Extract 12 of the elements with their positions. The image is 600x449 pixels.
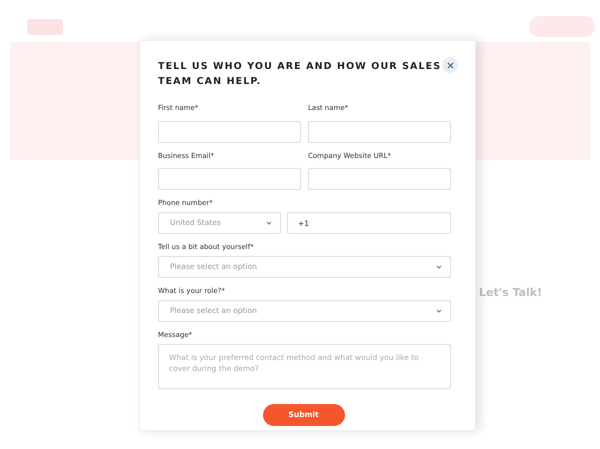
close-button[interactable]: [442, 57, 458, 73]
close-icon: [446, 62, 454, 68]
logo-badge: [27, 19, 63, 35]
input-field[interactable]: [158, 168, 301, 190]
caret-icon: [266, 221, 272, 225]
caret-icon: [436, 309, 442, 313]
dialog-title: TELL US WHO YOU ARE AND HOW OUR SALES TEAM CAN HELP.: [158, 60, 442, 89]
background-heading: Let's Talk!: [479, 285, 542, 301]
input-field[interactable]: [308, 120, 451, 142]
input-field[interactable]: [158, 120, 301, 142]
input-field[interactable]: [308, 168, 451, 190]
caret-icon: [436, 265, 442, 269]
